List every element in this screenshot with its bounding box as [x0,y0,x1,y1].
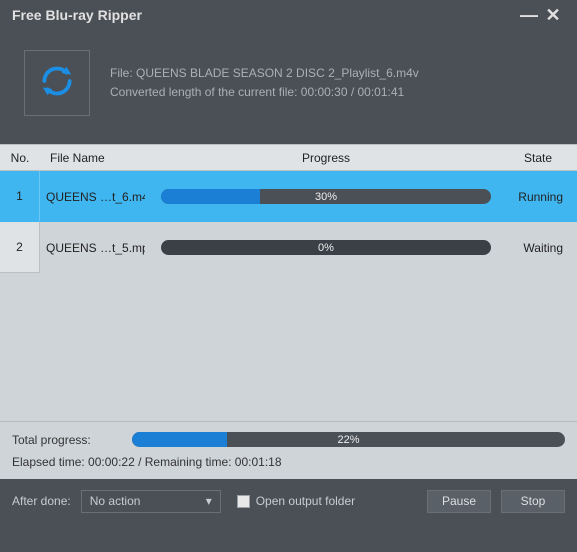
minimize-button[interactable]: — [517,3,541,27]
col-state-header: State [507,151,577,165]
length-line: Converted length of the current file: 00… [110,83,419,102]
row-progress-value: 30% [161,189,491,204]
titlebar: Free Blu-ray Ripper — ✕ [0,0,577,30]
table-row[interactable]: 2QUEENS …t_5.mp4 0% Waiting [0,222,577,273]
total-progress-value: 22% [132,432,565,447]
file-line: File: QUEENS BLADE SEASON 2 DISC 2_Playl… [110,64,419,83]
col-filename-header: File Name [40,151,145,165]
row-state: Running [507,190,577,204]
table-row[interactable]: 1QUEENS …t_6.m4v 30% Running [0,171,577,222]
window-title: Free Blu-ray Ripper [12,7,517,23]
col-no-header: No. [0,151,40,165]
after-done-label: After done: [12,494,71,508]
table-body: 1QUEENS …t_6.m4v 30% Running 2QUEENS …t_5.m… [0,171,577,421]
row-filename: QUEENS …t_5.mp4 [40,241,145,255]
total-progress-row: Total progress: 22% [12,432,565,447]
action-bar: After done: No action ▾ Open output fold… [0,479,577,523]
row-progress-cell: 0% [145,240,507,255]
total-progress-label: Total progress: [12,433,122,447]
close-button[interactable]: ✕ [541,3,565,27]
elapsed-remaining-line: Elapsed time: 00:00:22 / Remaining time:… [12,455,565,469]
row-progress-cell: 30% [145,189,507,204]
chevron-down-icon: ▾ [206,494,212,508]
summary-panel: Total progress: 22% Elapsed time: 00:00:… [0,421,577,479]
refresh-icon-box [24,50,90,116]
row-state: Waiting [507,241,577,255]
after-done-value: No action [90,494,141,508]
col-progress-header: Progress [145,151,507,165]
open-output-checkbox-container[interactable]: Open output folder [237,494,355,508]
row-number: 2 [0,222,40,273]
row-filename: QUEENS …t_6.m4v [40,190,145,204]
file-info: File: QUEENS BLADE SEASON 2 DISC 2_Playl… [110,64,419,102]
total-progress-bar: 22% [132,432,565,447]
pause-button[interactable]: Pause [427,490,491,513]
after-done-select[interactable]: No action ▾ [81,490,221,513]
row-progress-value: 0% [161,240,491,255]
open-output-checkbox[interactable] [237,495,250,508]
row-progress-bar: 0% [161,240,491,255]
header-panel: File: QUEENS BLADE SEASON 2 DISC 2_Playl… [0,30,577,144]
stop-button[interactable]: Stop [501,490,565,513]
open-output-label: Open output folder [256,494,355,508]
table-header: No. File Name Progress State [0,144,577,171]
refresh-icon [38,62,76,105]
row-progress-bar: 30% [161,189,491,204]
row-number: 1 [0,171,40,222]
